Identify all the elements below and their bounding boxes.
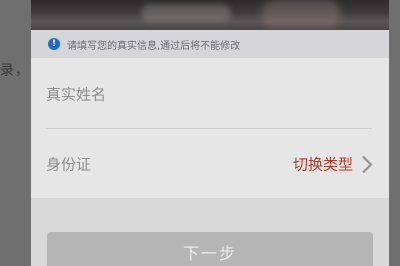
real-name-verification-sheet: ! 请填写您的真实信息,通过后将不能修改 真实姓名 身份证 切换类型 下一步 <box>31 0 389 266</box>
chevron-right-icon <box>362 155 373 173</box>
id-field[interactable]: 身份证 切换类型 <box>31 130 389 198</box>
notice-text: 请填写您的真实信息,通过后将不能修改 <box>67 40 241 52</box>
switch-id-type-button[interactable]: 切换类型 <box>293 154 375 175</box>
next-step-button[interactable]: 下一步 <box>47 232 373 266</box>
divider <box>46 128 372 129</box>
info-icon: ! <box>48 38 60 50</box>
switch-id-type-label: 切换类型 <box>292 155 353 174</box>
notice-bar: ! 请填写您的真实信息,通过后将不能修改 <box>31 30 389 58</box>
header-banner-image <box>31 0 389 30</box>
verification-form: 真实姓名 身份证 切换类型 <box>31 58 389 198</box>
backdrop-text: 录， <box>0 63 30 79</box>
footer: 下一步 <box>31 198 389 266</box>
name-field-label: 真实姓名 <box>46 85 107 104</box>
id-field-label: 身份证 <box>46 155 92 174</box>
name-field[interactable]: 真实姓名 <box>31 60 389 128</box>
